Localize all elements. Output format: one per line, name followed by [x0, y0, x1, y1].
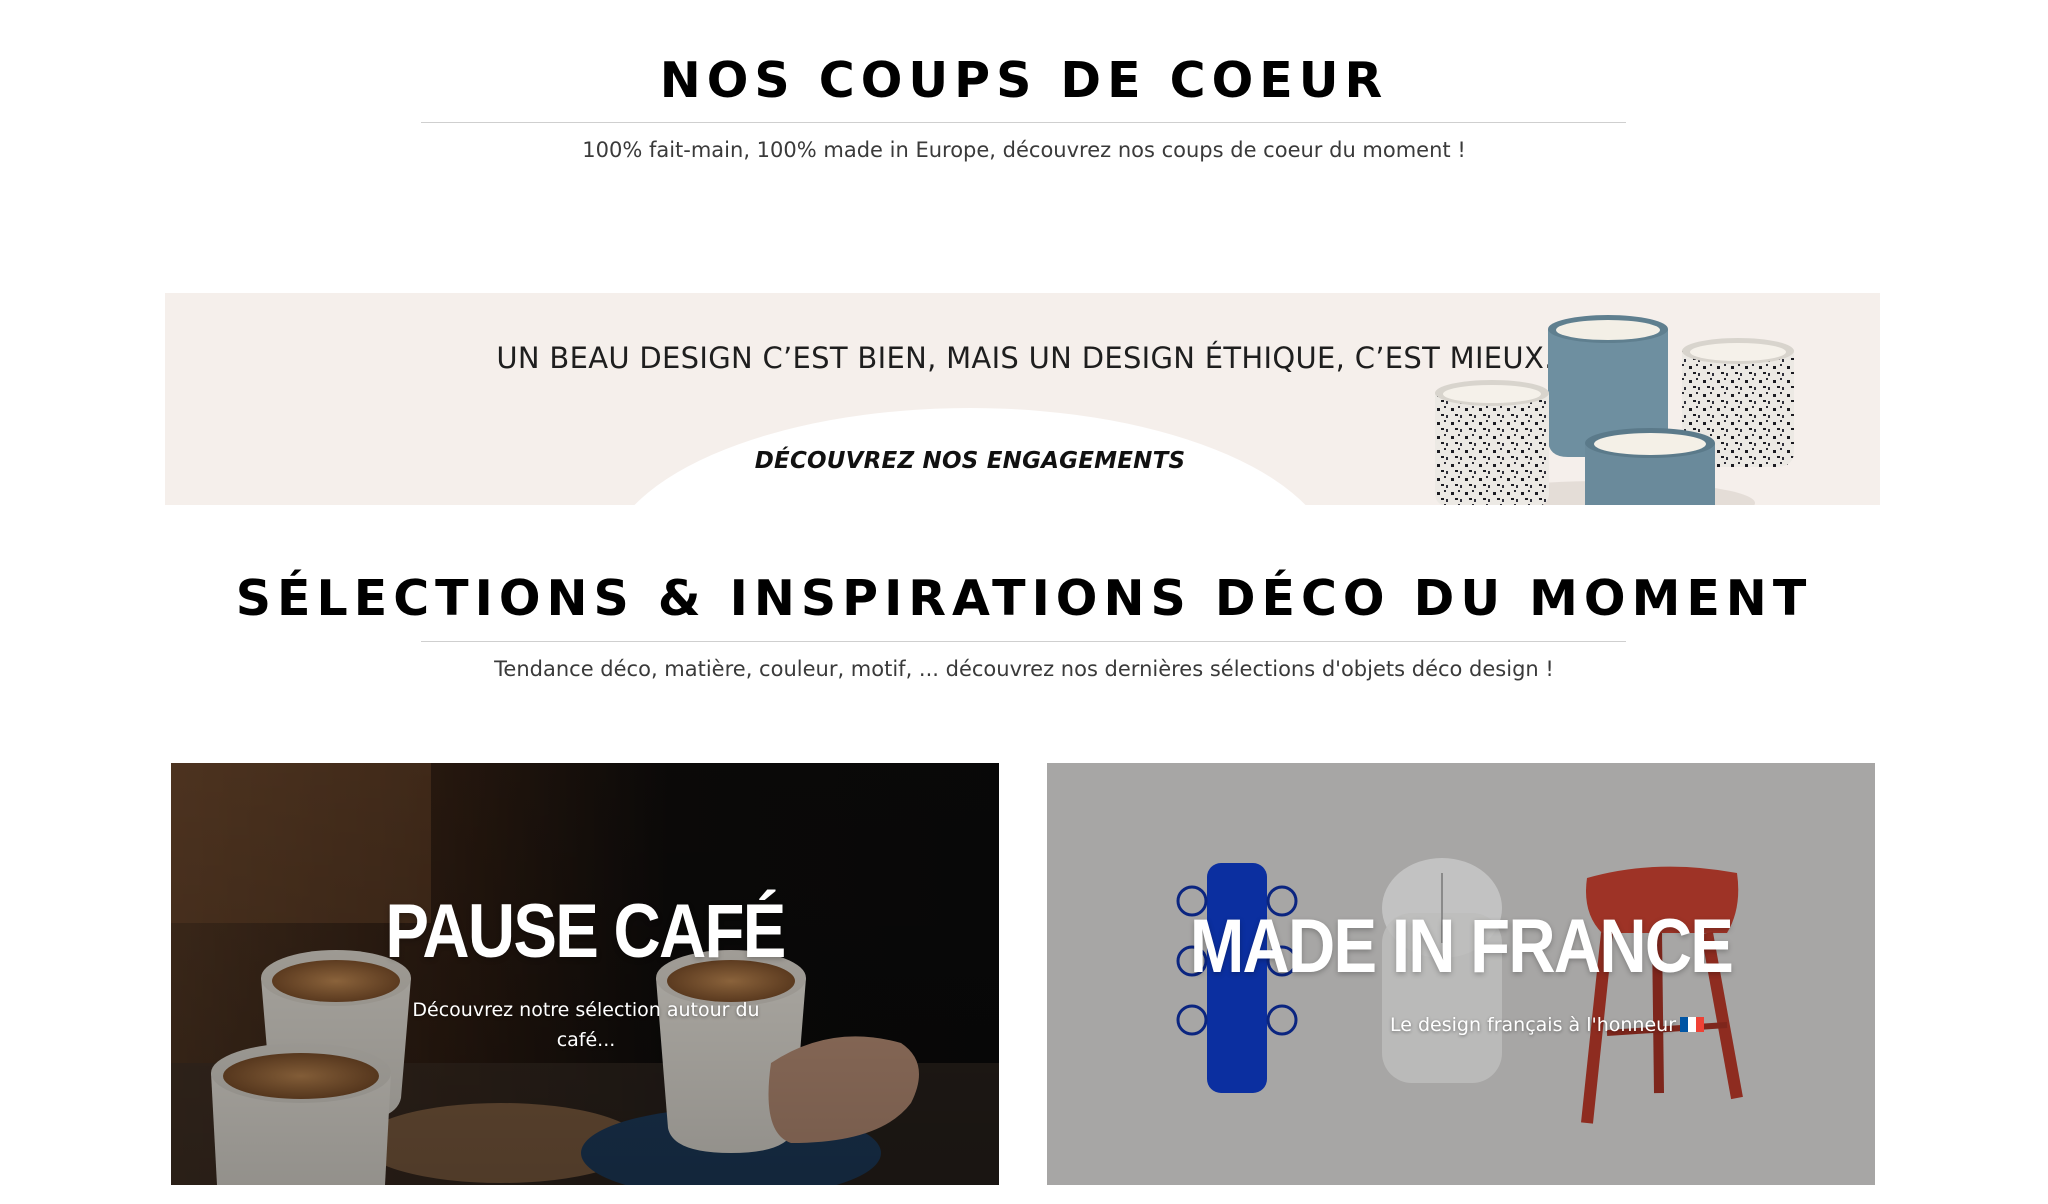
collection-card-made-in-france[interactable]: MADE IN FRANCE Le design français à l'ho…: [1047, 763, 1875, 1185]
ethical-design-banner[interactable]: UN BEAU DESIGN C’EST BIEN, MAIS UN DESIG…: [165, 293, 1880, 505]
ceramic-cups-image: [1435, 315, 1794, 505]
card-title: PAUSE CAFÉ: [385, 889, 786, 974]
collection-card-pause-cafe[interactable]: PAUSE CAFÉ Découvrez notre sélection aut…: [171, 763, 999, 1185]
section-title-selections: SÉLECTIONS & INSPIRATIONS DÉCO DU MOMENT: [235, 570, 1813, 627]
section-divider: [421, 122, 1626, 123]
card-subtitle: Découvrez notre sélection autour du café…: [412, 999, 760, 1051]
card-title: MADE IN FRANCE: [1189, 904, 1734, 989]
section-divider: [421, 641, 1626, 642]
section-subtitle-selections: Tendance déco, matière, couleur, motif, …: [494, 657, 1554, 681]
card-subtitle-text: Le design français à l'honneur: [1389, 1014, 1677, 1036]
section-subtitle-coups-de-coeur: 100% fait-main, 100% made in Europe, déc…: [582, 138, 1466, 162]
section-title-coups-de-coeur: NOS COUPS DE COEUR: [659, 52, 1389, 109]
card-subtitle: Le design français à l'honneur: [1267, 1010, 1827, 1040]
discover-engagements-link[interactable]: DÉCOUVREZ NOS ENGAGEMENTS: [605, 448, 1335, 474]
french-flag-icon: [1680, 1011, 1705, 1032]
